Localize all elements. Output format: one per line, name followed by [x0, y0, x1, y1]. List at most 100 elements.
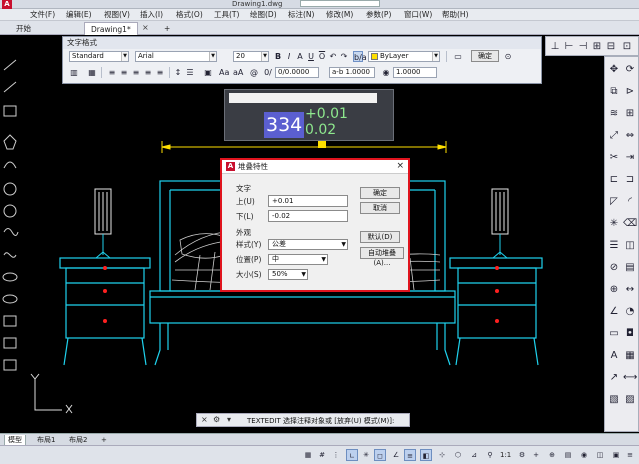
- quick-properties-icon[interactable]: ▤: [562, 449, 574, 461]
- hardware-icon[interactable]: ◫: [594, 449, 606, 461]
- menu-view[interactable]: 视图(V): [104, 10, 130, 20]
- editor-ruler[interactable]: [229, 93, 377, 103]
- explode-icon[interactable]: ✳: [607, 217, 621, 231]
- toolbar-icon[interactable]: ⊡: [620, 40, 634, 54]
- line-spacing-icon[interactable]: ↕: [173, 67, 183, 78]
- menu-format[interactable]: 格式(O): [176, 10, 203, 20]
- rotate-icon[interactable]: ⟳: [623, 63, 637, 77]
- dist-icon[interactable]: ↔: [623, 283, 637, 297]
- cancel-button[interactable]: 取消: [360, 202, 400, 214]
- size-select[interactable]: 50% ▼: [268, 269, 308, 280]
- justify-icon[interactable]: ≡: [143, 67, 153, 78]
- align-right-icon[interactable]: ≡: [131, 67, 141, 78]
- units-icon[interactable]: ⊕: [546, 449, 558, 461]
- columns-icon[interactable]: ▥: [69, 67, 79, 78]
- menu-dimension[interactable]: 标注(N): [288, 10, 314, 20]
- gradient-icon[interactable]: ▨: [623, 393, 637, 407]
- font-select[interactable]: Arial ▼: [135, 51, 217, 62]
- 3dosnap-icon[interactable]: ⬡: [452, 449, 464, 461]
- customize-icon[interactable]: ⚙: [213, 415, 220, 424]
- mirror-icon[interactable]: ⊳: [623, 85, 637, 99]
- selection-cycle-icon[interactable]: ⊹: [436, 449, 448, 461]
- tab-close-icon[interactable]: ×: [142, 23, 149, 32]
- tracking-field[interactable]: a-b 1.0000: [329, 67, 375, 78]
- tab-start[interactable]: 开始: [10, 22, 37, 35]
- tab-add-layout[interactable]: +: [98, 435, 110, 445]
- command-line[interactable]: × ⚙ ▾ TEXTEDIT 选择注释对象或 [放弃(U) 模式(M)]:: [196, 413, 410, 427]
- menu-help[interactable]: 帮助(H): [442, 10, 469, 20]
- text-icon[interactable]: A: [607, 349, 621, 363]
- tab-layout1[interactable]: 布局1: [34, 435, 58, 445]
- stack-icon[interactable]: b/a: [353, 51, 367, 62]
- position-select[interactable]: 中 ▼: [268, 254, 328, 265]
- snap-icon[interactable]: ⋮: [330, 449, 342, 461]
- undo-icon[interactable]: ↶: [328, 51, 338, 62]
- copy-icon[interactable]: ⧉: [607, 85, 621, 99]
- distribute-icon[interactable]: ≡: [155, 67, 165, 78]
- volume-icon[interactable]: ◘: [623, 327, 637, 341]
- toolbar-icon[interactable]: ⊟: [604, 40, 618, 54]
- menu-edit[interactable]: 编辑(E): [66, 10, 92, 20]
- area-icon[interactable]: ▭: [607, 327, 621, 341]
- toolbar-icon[interactable]: ⊞: [590, 40, 604, 54]
- insert-field-icon[interactable]: ▣: [203, 67, 213, 78]
- ok-button[interactable]: 确定: [360, 187, 400, 199]
- align-center-icon[interactable]: ≡: [119, 67, 129, 78]
- numbering-icon[interactable]: ☰: [185, 67, 195, 78]
- otrack-icon[interactable]: ∠: [390, 449, 402, 461]
- italic-button[interactable]: I: [284, 51, 294, 62]
- autostack-button[interactable]: 自动堆叠(A)...: [360, 247, 404, 267]
- uppercase-icon[interactable]: Aa: [219, 67, 229, 78]
- menu-tools[interactable]: 工具(T): [214, 10, 239, 20]
- match-icon[interactable]: ⊘: [607, 261, 621, 275]
- close-icon[interactable]: ×: [201, 415, 208, 424]
- erase-icon[interactable]: ⌫: [623, 217, 637, 231]
- customization-icon[interactable]: ≡: [624, 449, 636, 461]
- properties-icon[interactable]: ☰: [607, 239, 621, 253]
- style-select[interactable]: 公差 ▼: [268, 239, 348, 250]
- fillet-icon[interactable]: ◜: [623, 195, 637, 209]
- color-select[interactable]: ByLayer ▼: [368, 51, 440, 62]
- style-select[interactable]: Standard ▼: [69, 51, 129, 62]
- transparency-icon[interactable]: ◧: [420, 449, 432, 461]
- block-icon[interactable]: ▤: [623, 261, 637, 275]
- ok-button[interactable]: 确定: [471, 50, 499, 62]
- ortho-icon[interactable]: ∟: [346, 449, 358, 461]
- plus-icon[interactable]: +: [530, 449, 542, 461]
- default-button[interactable]: 默认(D): [360, 231, 400, 243]
- trim-icon[interactable]: ✂: [607, 151, 621, 165]
- polar-icon[interactable]: ✳: [360, 449, 372, 461]
- tab-drawing1[interactable]: Drawing1*: [84, 22, 138, 35]
- menu-file[interactable]: 文件(F): [30, 10, 55, 20]
- oblique-icon[interactable]: 0/: [263, 67, 273, 78]
- array-icon[interactable]: ⊞: [623, 107, 637, 121]
- oblique-angle-field[interactable]: 0/0.0000: [275, 67, 319, 78]
- menu-modify[interactable]: 修改(M): [326, 10, 353, 20]
- radius-icon[interactable]: ◔: [623, 305, 637, 319]
- toolbar-icon[interactable]: ⊢: [562, 40, 576, 54]
- upper-field[interactable]: +0.01: [268, 195, 348, 207]
- clean-screen-icon[interactable]: ▣: [610, 449, 622, 461]
- grid-icon[interactable]: #: [316, 449, 328, 461]
- menu-parametric[interactable]: 参数(P): [366, 10, 391, 20]
- isolate-icon[interactable]: ◉: [578, 449, 590, 461]
- ruler-icon[interactable]: ▭: [453, 51, 463, 62]
- tab-layout2[interactable]: 布局2: [66, 435, 90, 445]
- lowercase-icon[interactable]: aA: [233, 67, 243, 78]
- recent-commands-icon[interactable]: ▾: [227, 415, 231, 424]
- osnap-icon[interactable]: ◻: [374, 449, 386, 461]
- text-height-select[interactable]: 20 ▼: [233, 51, 269, 62]
- join-icon[interactable]: ⊐: [623, 173, 637, 187]
- width-factor-icon[interactable]: ◉: [381, 67, 391, 78]
- app-logo-icon[interactable]: A: [2, 0, 12, 9]
- dynamic-ucs-icon[interactable]: ⊿: [468, 449, 480, 461]
- bold-button[interactable]: B: [273, 51, 283, 62]
- stack-base-text[interactable]: 334: [264, 112, 305, 138]
- break-icon[interactable]: ⊏: [607, 173, 621, 187]
- menu-insert[interactable]: 插入(I): [140, 10, 163, 20]
- offset-icon[interactable]: ≋: [607, 107, 621, 121]
- width-factor-field[interactable]: 1.0000: [393, 67, 437, 78]
- strikethrough-button[interactable]: A: [295, 51, 305, 62]
- dim-icon[interactable]: ⟷: [623, 371, 637, 385]
- search-input[interactable]: [300, 0, 380, 7]
